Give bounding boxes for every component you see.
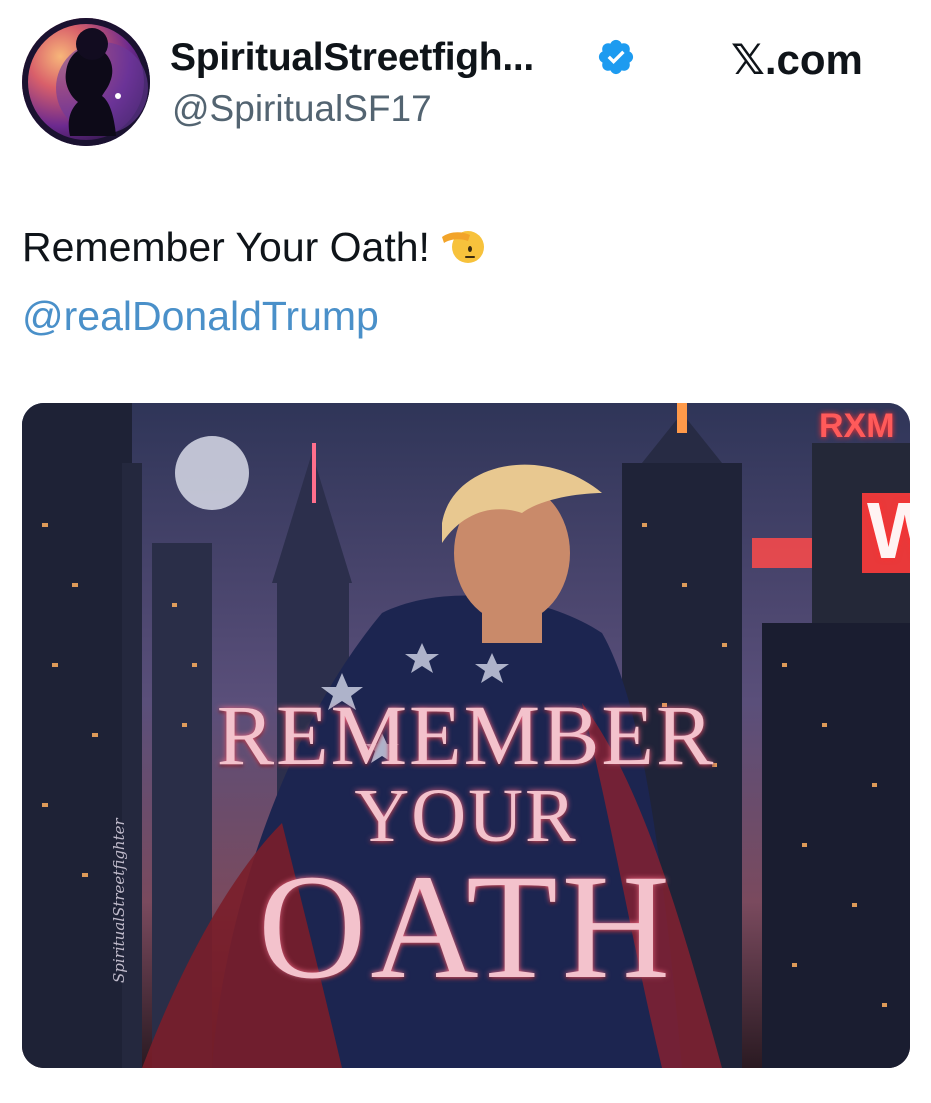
tweet-media-image[interactable]: RXM W REMEMBER YOUR OATH SpiritualStreet… xyxy=(22,403,910,1068)
x-logo: 𝕏 xyxy=(731,35,765,84)
neon-sign: RXM xyxy=(819,407,895,445)
saluting-face-emoji-icon xyxy=(441,231,484,263)
verified-badge-icon xyxy=(598,39,634,75)
tweet-text-body: Remember Your Oath! xyxy=(22,224,430,270)
tweet-text: Remember Your Oath! xyxy=(22,223,486,271)
site-name: .com xyxy=(764,36,863,83)
neon-sign-large: W xyxy=(867,486,910,575)
author-handle[interactable]: @SpiritualSF17 xyxy=(172,88,432,130)
silhouette-woman-icon xyxy=(56,28,148,136)
image-title-line1: REMEMBER xyxy=(216,687,716,783)
site-label: 𝕏.com xyxy=(731,35,863,84)
avatar[interactable] xyxy=(22,18,150,146)
image-title-line3: OATH xyxy=(258,844,674,1010)
image-watermark: SpiritualStreetfighter xyxy=(110,818,128,983)
author-display-name[interactable]: SpiritualStreetfigh... xyxy=(170,36,534,80)
mention-link[interactable]: @realDonaldTrump xyxy=(22,293,379,340)
